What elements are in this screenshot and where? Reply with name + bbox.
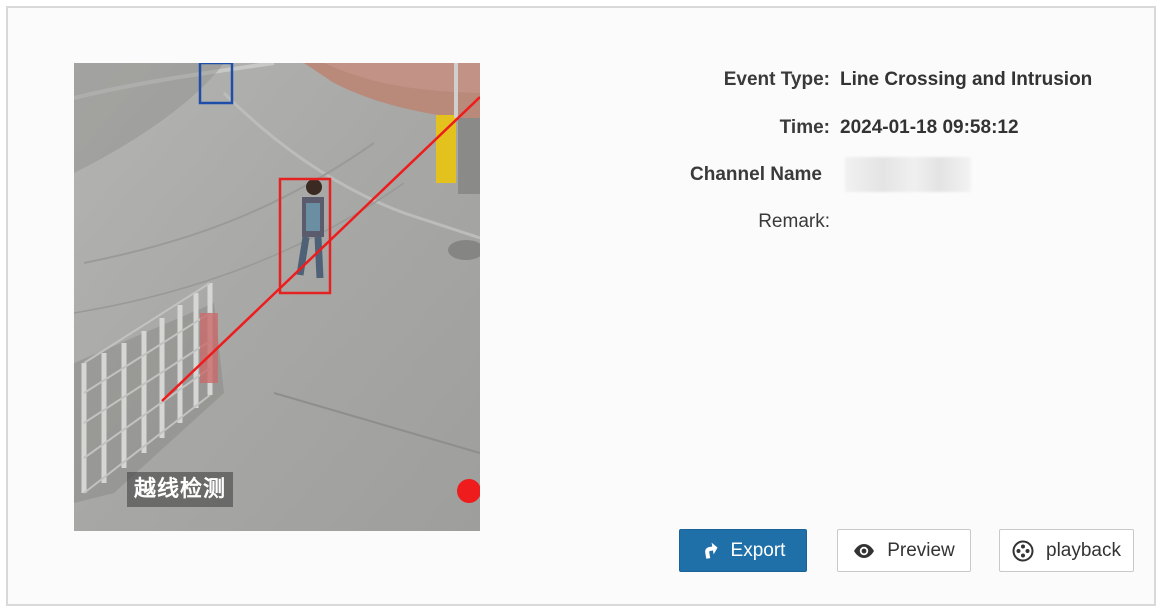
snapshot-scene xyxy=(74,63,480,531)
snapshot-caption: 越线检测 xyxy=(127,472,234,507)
export-button[interactable]: Export xyxy=(679,529,807,572)
export-label: Export xyxy=(730,539,786,561)
channel-name-value-redacted xyxy=(845,157,971,192)
film-reel-icon xyxy=(1012,540,1034,562)
time-label: Time: xyxy=(779,117,830,138)
remark-label-cell: Remark: xyxy=(600,208,830,236)
playback-button[interactable]: playback xyxy=(999,529,1134,572)
event-snapshot: 越线检测 xyxy=(74,63,480,531)
preview-label: Preview xyxy=(887,539,955,561)
playback-label: playback xyxy=(1046,539,1121,561)
event-type-label-cell: Event Type: xyxy=(600,66,830,94)
eye-icon xyxy=(853,543,875,559)
channel-name-label-cell: Channel Name xyxy=(600,161,822,189)
time-label-cell: Time: xyxy=(600,114,830,142)
time-value: 2024-01-18 09:58:12 xyxy=(840,117,1019,138)
event-type-value: Line Crossing and Intrusion xyxy=(840,69,1093,90)
channel-name-label: Channel Name xyxy=(690,164,822,185)
remark-label: Remark: xyxy=(758,211,830,232)
event-type-label: Event Type: xyxy=(723,69,830,90)
preview-button[interactable]: Preview xyxy=(837,529,971,572)
export-icon xyxy=(701,542,719,560)
